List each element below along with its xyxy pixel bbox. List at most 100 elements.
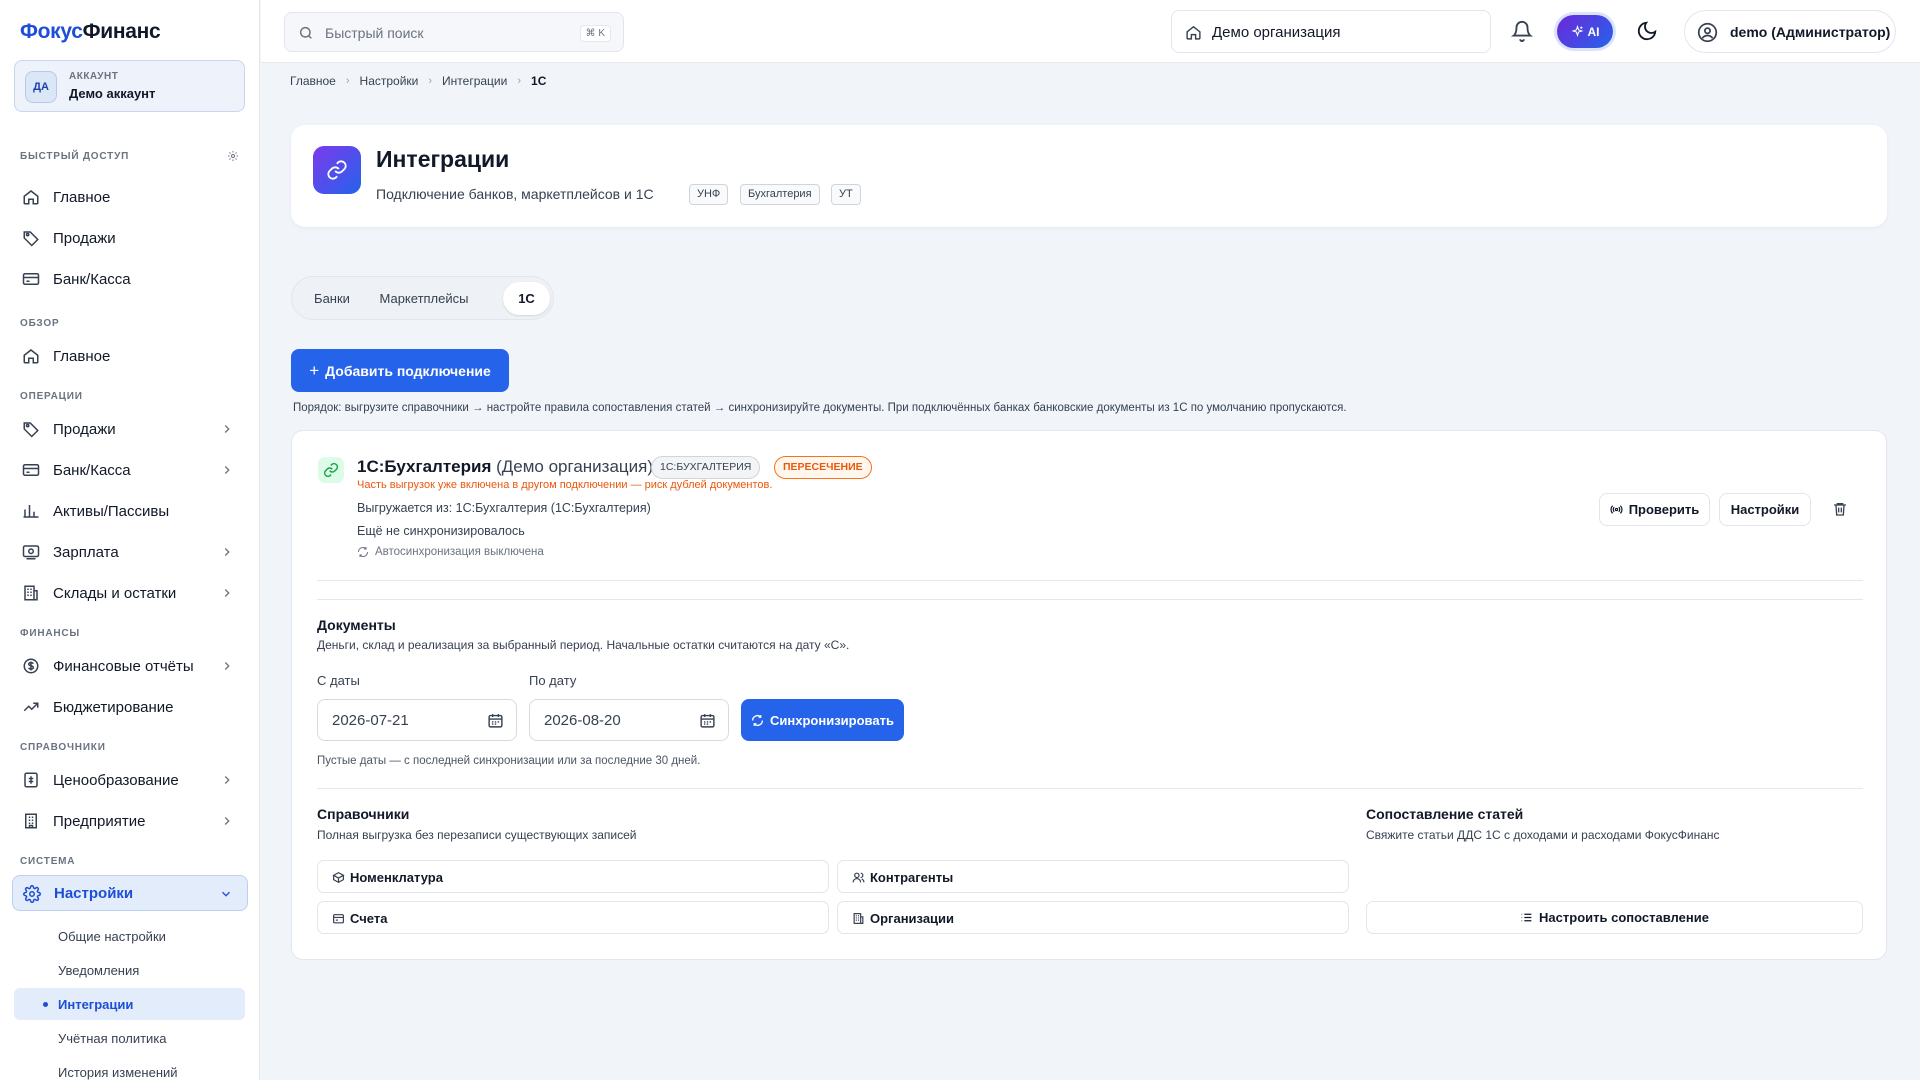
user-circle-icon (1697, 22, 1718, 43)
sidebar-item-enterprise[interactable]: Предприятие (12, 803, 248, 839)
sidebar-item-assets[interactable]: Активы/Пассивы (12, 493, 248, 529)
plus-icon: + (309, 360, 320, 380)
counterparties-label: Контрагенты (870, 870, 954, 885)
breadcrumb-separator: › (428, 75, 433, 87)
sub-label: Уведомления (58, 963, 140, 978)
user-menu[interactable]: demo (Администратор) (1684, 10, 1896, 53)
breadcrumb: Главное › Настройки › Интеграции › 1С (290, 74, 546, 88)
building-icon (24, 585, 38, 601)
chevron-right-icon (224, 817, 230, 825)
export-nomenclature-button[interactable]: Номенклатура (317, 860, 829, 893)
nav-label: Банк/Касса (53, 461, 131, 479)
documents-title: Документы (317, 617, 396, 633)
tab-banks[interactable]: Банки (298, 282, 366, 315)
sidebar-item-budget[interactable]: Бюджетирование (12, 689, 248, 725)
bell-icon[interactable] (1511, 20, 1533, 42)
account-switcher[interactable]: ДА АККАУНТ Демо аккаунт (14, 60, 245, 112)
sub-label: Интеграции (58, 997, 134, 1012)
connection-settings-button[interactable]: Настройки (1719, 493, 1811, 526)
account-label: АККАУНТ (69, 71, 119, 82)
link-icon (318, 457, 344, 483)
calendar-icon[interactable] (699, 712, 716, 729)
add-connection-button[interactable]: + Добавить подключение (291, 349, 509, 392)
settings-sub-general[interactable]: Общие настройки (14, 920, 245, 952)
sidebar-item-reports[interactable]: Финансовые отчёты (12, 648, 248, 684)
price-tag-icon (24, 772, 38, 788)
home-icon (1186, 25, 1201, 40)
export-organizations-button[interactable]: Организации (837, 901, 1349, 934)
breadcrumb-separator: › (345, 75, 350, 87)
nav-label: Финансовые отчёты (53, 657, 194, 675)
users-icon (852, 872, 865, 883)
quick-access-settings-icon[interactable] (227, 150, 239, 162)
sidebar-item-pricing[interactable]: Ценообразование (12, 762, 248, 798)
tab-1c[interactable]: 1С (503, 282, 550, 315)
section-quick-access: БЫСТРЫЙ ДОСТУП (20, 151, 130, 162)
breadcrumb-settings[interactable]: Настройки (360, 74, 419, 88)
export-counterparties-button[interactable]: Контрагенты (837, 860, 1349, 893)
sparkle-icon (1570, 25, 1584, 38)
sync-status: Ещё не синхронизировалось (357, 524, 525, 538)
sidebar: ФокусФинанс ДА АККАУНТ Демо аккаунт БЫСТ… (0, 0, 260, 1080)
autosync-status: Автосинхронизация выключена (357, 546, 544, 558)
gear-icon (23, 885, 41, 903)
quick-item-bank[interactable]: Банк/Касса (12, 261, 248, 297)
chevron-right-icon (224, 776, 230, 784)
account-name: Демо аккаунт (69, 86, 156, 101)
nav-label: Настройки (54, 884, 134, 902)
tag-accounting: Бухгалтерия (740, 184, 820, 205)
breadcrumb-home[interactable]: Главное (290, 74, 336, 88)
sidebar-item-warehouse[interactable]: Склады и остатки (12, 575, 248, 611)
organization-name: Демо организация (1212, 24, 1341, 41)
mapping-title: Сопоставление статей (1366, 806, 1524, 822)
sidebar-item-home[interactable]: Главное (12, 338, 248, 374)
export-accounts-button[interactable]: Счета (317, 901, 829, 934)
tag-icon (23, 231, 39, 247)
nomenclature-label: Номенклатура (350, 870, 443, 885)
page-subtitle: Подключение банков, маркетплейсов и 1С (376, 186, 654, 202)
enterprise-icon (25, 813, 37, 829)
settings-sub-integrations[interactable]: Интеграции (14, 988, 245, 1020)
search-input[interactable]: Быстрый поиск ⌘ K (284, 12, 624, 52)
trash-icon[interactable] (1832, 501, 1848, 517)
settings-sub-accounting-policy[interactable]: Учётная политика (14, 1022, 245, 1054)
ai-label: AI (1587, 24, 1600, 39)
chevron-right-icon (224, 425, 230, 433)
refresh-icon (752, 714, 764, 726)
ai-assistant-button[interactable]: AI (1557, 15, 1613, 48)
configure-mapping-button[interactable]: Настроить сопоставление (1366, 901, 1863, 934)
section-system: СИСТЕМА (20, 856, 76, 867)
moon-icon[interactable] (1636, 20, 1658, 42)
card-icon (22, 273, 40, 285)
sidebar-item-settings[interactable]: Настройки (12, 875, 248, 911)
chevron-right-icon (224, 662, 230, 670)
settings-sub-notifications[interactable]: Уведомления (14, 954, 245, 986)
sidebar-item-bank[interactable]: Банк/Касса (12, 452, 248, 488)
duplicate-warning: Часть выгрузок уже включена в другом под… (357, 479, 773, 491)
breadcrumb-current: 1С (531, 74, 547, 88)
to-date-field[interactable]: 2026-08-20 (529, 699, 729, 741)
from-date-field[interactable]: 2026-07-21 (317, 699, 517, 741)
quick-item-home[interactable]: Главное (12, 179, 248, 215)
check-button[interactable]: Проверить (1599, 493, 1710, 526)
divider (317, 788, 1371, 789)
calendar-icon[interactable] (487, 712, 504, 729)
topbar: Быстрый поиск ⌘ K Демо организация AI de… (261, 0, 1920, 63)
to-date-value: 2026-08-20 (544, 712, 621, 729)
sync-button[interactable]: Синхронизировать (741, 699, 904, 741)
app-logo[interactable]: ФокусФинанс (20, 20, 161, 44)
nav-label: Продажи (53, 229, 116, 247)
sidebar-item-salary[interactable]: Зарплата (12, 534, 248, 570)
quick-item-sales[interactable]: Продажи (12, 220, 248, 256)
breadcrumb-integrations[interactable]: Интеграции (442, 74, 507, 88)
search-shortcut: ⌘ K (579, 25, 611, 42)
trend-up-icon (23, 702, 39, 712)
organization-selector[interactable]: Демо организация (1171, 10, 1491, 53)
chevron-down-icon (222, 891, 230, 897)
search-placeholder: Быстрый поиск (325, 25, 424, 41)
nav-label: Главное (53, 347, 111, 365)
page-header-card: Интеграции Подключение банков, маркетпле… (291, 125, 1887, 227)
settings-sub-history[interactable]: История изменений (14, 1056, 245, 1080)
sidebar-item-sales[interactable]: Продажи (12, 411, 248, 447)
tab-marketplaces[interactable]: Маркетплейсы (370, 282, 478, 315)
